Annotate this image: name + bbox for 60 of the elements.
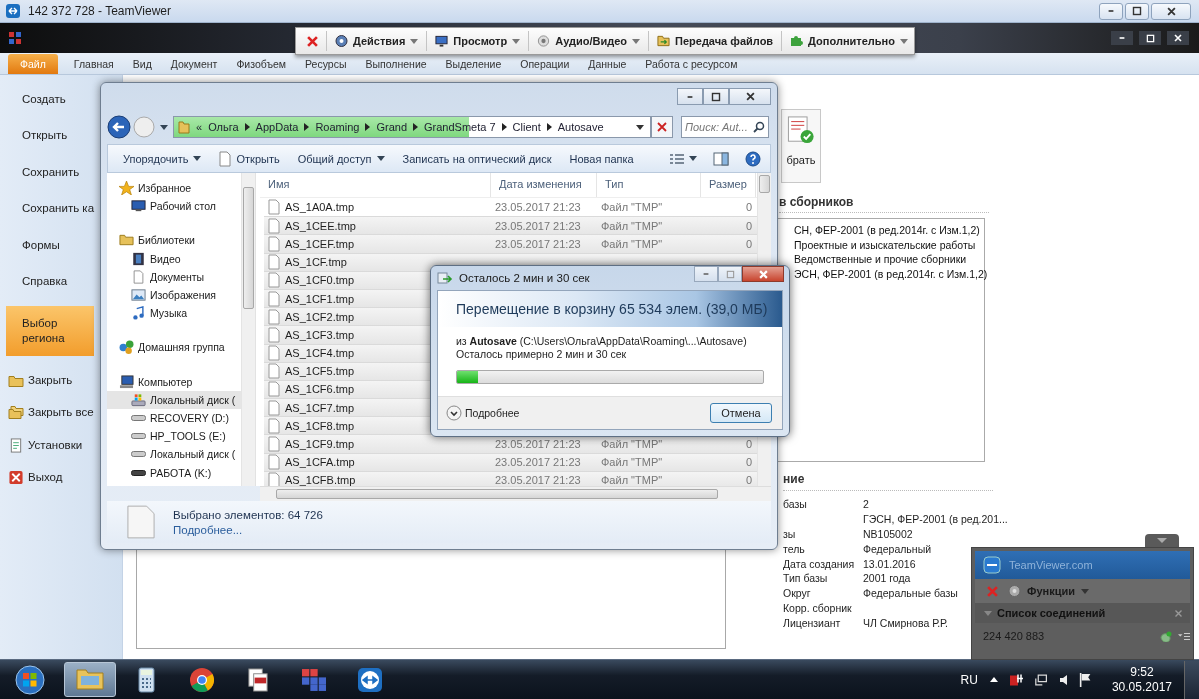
window-title: 142 372 728 - TeamViewer <box>28 4 171 18</box>
file-name: AS_1CF1.tmp <box>285 292 355 305</box>
brand-name: TeamViewer.com <box>1009 559 1093 571</box>
file-date: 23.05.2017 21:23 <box>495 438 581 451</box>
property-value: Федеральный <box>863 542 932 555</box>
file-name: AS_1CF6.tmp <box>285 383 355 396</box>
property-value: 2001 года <box>863 572 911 585</box>
file-size: 0 <box>745 456 752 469</box>
file-date: 23.05.2017 21:23 <box>495 456 581 469</box>
property-label: Корр. сборник <box>783 601 852 614</box>
file-type: Файл "TMP" <box>601 201 663 214</box>
file-date: 23.05.2017 21:23 <box>495 219 581 232</box>
file-name: AS_1CEE.tmp <box>285 219 356 232</box>
property-value: 2 <box>863 498 869 511</box>
file-size: 0 <box>745 201 752 214</box>
file-type: Файл "TMP" <box>601 474 663 486</box>
file-name: AS_1CF8.tmp <box>285 419 355 432</box>
file-size: 0 <box>745 438 752 451</box>
file-name: AS_1CF.tmp <box>285 256 347 269</box>
property-value: NB105002 <box>863 528 913 540</box>
file-size: 0 <box>745 219 752 232</box>
file-name: AS_1CF4.tmp <box>285 347 355 360</box>
file-name: AS_1CF9.tmp <box>285 438 355 451</box>
file-size: 0 <box>745 237 752 250</box>
file-name: AS_1CFB.tmp <box>285 474 356 486</box>
file-name: AS_1CF0.tmp <box>285 274 355 287</box>
file-type: Файл "TMP" <box>601 237 663 250</box>
property-label: зы <box>783 528 796 540</box>
section-title: Список соединений <box>997 607 1106 619</box>
file-name: AS_1CEF.tmp <box>285 237 355 250</box>
property-label: Тип базы <box>783 572 828 585</box>
property-label: Округ <box>783 587 811 600</box>
property-label: базы <box>783 498 807 511</box>
property-value: ГЭСН, ФЕР-2001 (в ред.201... <box>863 513 1008 526</box>
section-title: ние <box>783 472 993 491</box>
file-name: AS_1CF7.tmp <box>285 401 355 414</box>
property-value: 13.01.2016 <box>863 557 916 570</box>
time-remaining: Осталось примерно 2 мин и 30 сек <box>456 348 628 361</box>
file-type: Файл "TMP" <box>601 219 663 232</box>
file-date: 23.05.2017 21:23 <box>495 201 581 214</box>
file-size: 0 <box>745 474 752 486</box>
file-type: Файл "TMP" <box>601 456 663 469</box>
dialog-title: Осталось 2 мин и 30 сек <box>459 272 590 284</box>
source-path: из Autosave (C:\Users\Ольга\AppData\Roaming\...\Autosave) <box>456 335 748 348</box>
section-title: в сборников <box>779 195 989 213</box>
file-name: AS_1A0A.tmp <box>285 201 355 214</box>
property-value: Федеральные базы <box>863 587 958 600</box>
file-name: AS_1CF5.tmp <box>285 365 355 378</box>
property-label: Дата создания <box>783 557 855 570</box>
file-date: 23.05.2017 21:23 <box>495 474 581 486</box>
property-label: тель <box>783 542 805 555</box>
file-date: 23.05.2017 21:23 <box>495 237 581 250</box>
dialog-heading: Перемещение в корзину 65 534 элем. (39,0 МБ) <box>456 301 768 317</box>
file-name: AS_1CF2.tmp <box>285 310 355 323</box>
property-label: Лицензиант <box>783 616 841 629</box>
file-type: Файл "TMP" <box>601 438 663 451</box>
file-name: AS_1CFA.tmp <box>285 456 355 469</box>
file-name: AS_1CF3.tmp <box>285 328 355 341</box>
property-value: ЧЛ Смирнова Р.Р. <box>863 616 949 629</box>
selection-summary: Выбрано элементов: 64 726 <box>173 508 323 521</box>
